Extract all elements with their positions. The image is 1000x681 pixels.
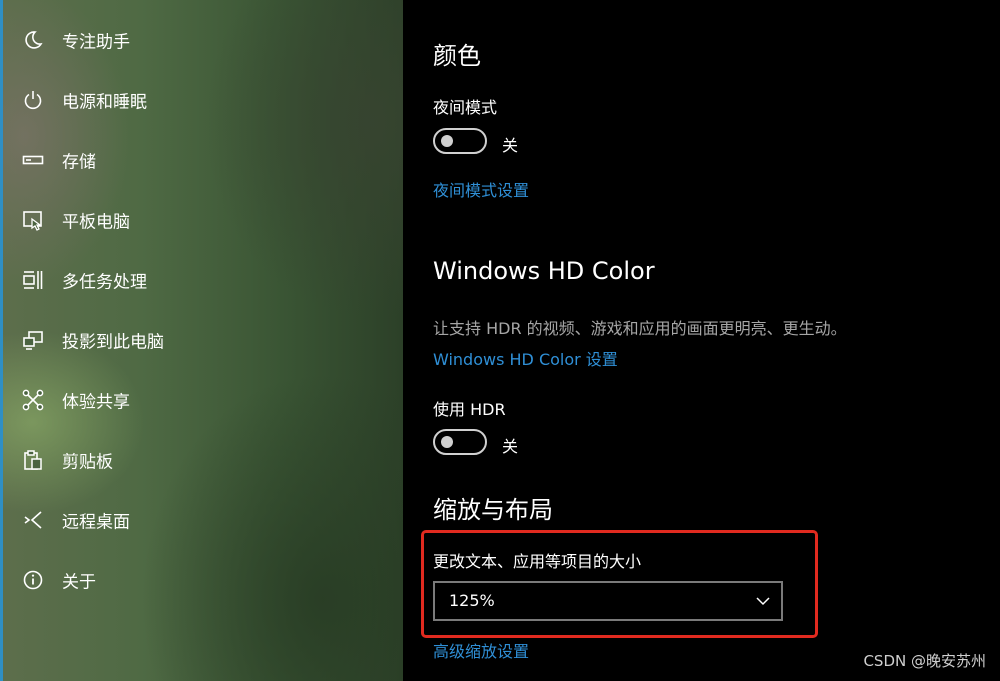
chevron-down-icon — [756, 597, 770, 606]
use-hdr-state: 关 — [502, 437, 519, 456]
sidebar-item-label: 投影到此电脑 — [62, 332, 164, 353]
sidebar-item-label: 关于 — [62, 572, 96, 593]
moon-icon — [25, 31, 43, 49]
sidebar-item-label: 存储 — [62, 152, 96, 173]
scale-dropdown[interactable]: 125% — [433, 581, 783, 621]
sidebar-item-shared-experiences[interactable]: 体验共享 — [0, 370, 403, 430]
sidebar-item-label: 专注助手 — [62, 32, 130, 53]
hd-color-description: 让支持 HDR 的视频、游戏和应用的画面更明亮、更生动。 — [433, 319, 847, 338]
storage-icon — [22, 155, 44, 165]
sidebar-item-about[interactable]: 关于 — [0, 550, 403, 610]
sidebar-item-label: 剪贴板 — [62, 452, 113, 473]
night-light-state: 关 — [502, 136, 519, 155]
night-light-settings-link[interactable]: 夜间模式设置 — [433, 177, 529, 201]
watermark: CSDN @晚安苏州 — [863, 652, 986, 670]
sidebar-item-label: 体验共享 — [62, 392, 130, 413]
use-hdr-toggle[interactable] — [433, 429, 487, 455]
sidebar-item-multitasking[interactable]: 多任务处理 — [0, 250, 403, 310]
sidebar-item-tablet[interactable]: 平板电脑 — [0, 190, 403, 250]
info-icon — [23, 570, 43, 590]
use-hdr-label: 使用 HDR — [433, 400, 506, 419]
remote-desktop-icon — [24, 511, 42, 529]
sidebar-item-project-to-pc[interactable]: 投影到此电脑 — [0, 310, 403, 370]
sidebar-item-storage[interactable]: 存储 — [0, 130, 403, 190]
advanced-scaling-link[interactable]: 高级缩放设置 — [433, 638, 529, 662]
toggle-knob — [441, 436, 453, 448]
night-light-toggle[interactable] — [433, 128, 487, 154]
project-icon — [23, 331, 43, 350]
scale-layout-section-title: 缩放与布局 — [433, 496, 553, 524]
color-section-title: 颜色 — [433, 42, 481, 70]
sidebar-item-label: 电源和睡眠 — [62, 92, 147, 113]
hd-color-settings-link[interactable]: Windows HD Color 设置 — [433, 346, 618, 370]
sidebar-item-remote-desktop[interactable]: 远程桌面 — [0, 490, 403, 550]
power-icon — [24, 91, 42, 110]
settings-sidebar: 专注助手 电源和睡眠 存储 平板电脑 多任务处理 投影到此电脑 体验共享 剪贴板… — [0, 0, 403, 681]
sidebar-item-label: 多任务处理 — [62, 272, 147, 293]
multitasking-icon — [23, 271, 43, 289]
share-icon — [22, 389, 44, 411]
sidebar-item-focus-assist[interactable]: 专注助手 — [0, 10, 403, 70]
night-light-label: 夜间模式 — [433, 98, 498, 117]
tablet-icon — [23, 211, 42, 231]
sidebar-item-label: 平板电脑 — [62, 212, 130, 233]
sidebar-item-label: 远程桌面 — [62, 512, 130, 533]
sidebar-item-power-sleep[interactable]: 电源和睡眠 — [0, 70, 403, 130]
sidebar-item-clipboard[interactable]: 剪贴板 — [0, 430, 403, 490]
clipboard-icon — [24, 450, 42, 470]
display-settings-pane: 颜色 夜间模式 关 夜间模式设置 Windows HD Color 让支持 HD… — [403, 0, 1000, 681]
toggle-knob — [441, 135, 453, 147]
change-size-label: 更改文本、应用等项目的大小 — [433, 552, 642, 571]
scale-dropdown-value: 125% — [449, 591, 495, 610]
hd-color-section-title: Windows HD Color — [433, 257, 655, 285]
